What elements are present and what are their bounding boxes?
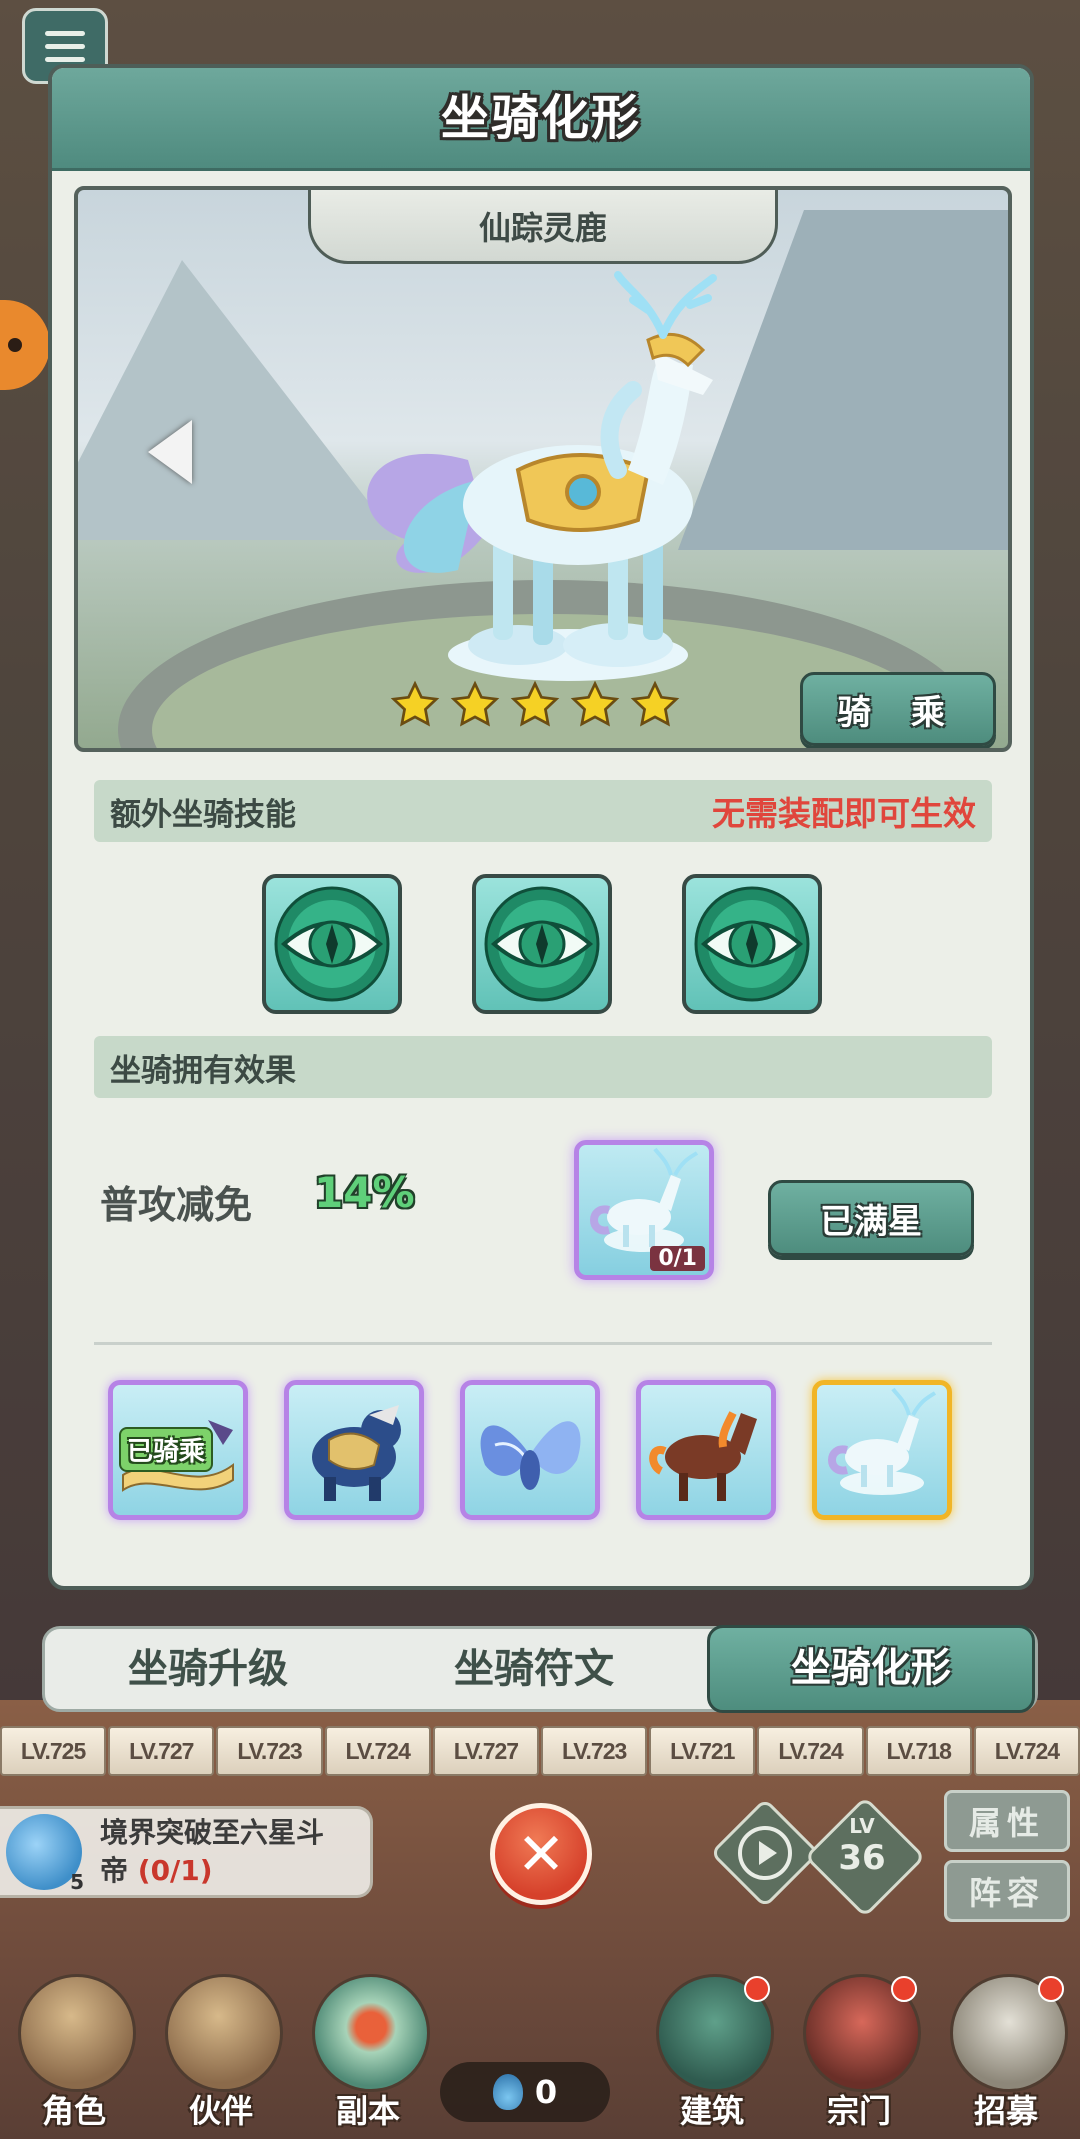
owned-effect-header: 坐骑拥有效果 <box>94 1036 992 1098</box>
nav-label: 建筑 <box>679 2092 744 2130</box>
star-icon <box>390 680 440 727</box>
tab-mount-rune[interactable]: 坐骑符文 <box>371 1629 697 1709</box>
skill-slot[interactable] <box>262 874 402 1014</box>
mount-slot[interactable]: 已骑乘 <box>108 1380 248 1520</box>
nav-label: 角色 <box>41 2092 106 2130</box>
play-icon <box>738 1826 792 1880</box>
close-button[interactable]: ✕ <box>490 1803 592 1905</box>
hero-level[interactable]: LV.727 <box>108 1726 215 1776</box>
divider <box>94 1342 992 1345</box>
quest-badge: 5 <box>70 1870 84 1894</box>
hero-level[interactable]: LV.725 <box>0 1726 107 1776</box>
star-icon <box>510 680 560 727</box>
ridden-label: 已骑乘 <box>119 1427 214 1472</box>
mount-slot[interactable] <box>284 1380 424 1520</box>
star-icon <box>450 680 500 727</box>
quest-progress: (0/1) <box>137 1854 213 1887</box>
currency-display: 0 <box>440 2062 610 2122</box>
hero-level[interactable]: LV.724 <box>973 1726 1080 1776</box>
hero-level-strip: LV.725 LV.727 LV.723 LV.724 LV.727 LV.72… <box>0 1726 1080 1776</box>
mount-showcase: 仙踪灵鹿 骑 乘 <box>74 186 1012 752</box>
hero-level[interactable]: LV.724 <box>324 1726 431 1776</box>
quest-title: 境界突破至六星斗 <box>100 1816 325 1849</box>
currency-value: 0 <box>534 2073 558 2111</box>
attributes-button[interactable]: 属性 <box>944 1790 1070 1852</box>
extra-skills-header: 额外坐骑技能 无需装配即可生效 <box>94 780 992 842</box>
lineup-button[interactable]: 阵容 <box>944 1860 1070 1922</box>
spirit-deer-mount-icon <box>828 1387 937 1495</box>
role-icon <box>18 1974 136 2092</box>
nav-building[interactable]: 建筑 <box>652 1970 774 2139</box>
star-icon <box>570 680 620 727</box>
hero-level[interactable]: LV.718 <box>865 1726 972 1776</box>
nav-label: 宗门 <box>826 2092 891 2130</box>
partner-icon <box>165 1974 283 2092</box>
notification-dot <box>891 1976 917 2002</box>
hero-level[interactable]: LV.723 <box>216 1726 323 1776</box>
effect-value: 14% <box>314 1168 415 1217</box>
quest-text: 境界突破至六星斗 帝 (0/1) <box>100 1814 324 1890</box>
armored-beast-mount-icon <box>312 1405 401 1501</box>
skill-slot[interactable] <box>472 874 612 1014</box>
butterfly-bird-mount-icon <box>480 1421 581 1490</box>
quest-title-cont: 帝 <box>100 1854 129 1887</box>
hero-level[interactable]: LV.721 <box>649 1726 756 1776</box>
max-star-button[interactable]: 已满星 <box>768 1180 974 1256</box>
dungeon-icon <box>312 1974 430 2092</box>
notification-dot <box>1038 1976 1064 2002</box>
section-title: 坐骑拥有效果 <box>110 1052 296 1089</box>
nav-partner[interactable]: 伙伴 <box>161 1970 283 2139</box>
spirit-deer-figure <box>367 271 717 681</box>
nav-label: 伙伴 <box>188 2092 253 2130</box>
eye-skill-icon <box>694 886 810 1002</box>
star-rating <box>390 680 680 730</box>
ride-button[interactable]: 骑 乘 <box>800 672 996 746</box>
tab-mount-upgrade[interactable]: 坐骑升级 <box>45 1629 371 1709</box>
level-prefix: LV <box>849 1814 875 1838</box>
hero-level[interactable]: LV.727 <box>432 1726 540 1776</box>
mount-slot[interactable] <box>636 1380 776 1520</box>
eye-skill-icon <box>484 886 600 1002</box>
level-badge-text: LV 36 <box>812 1806 912 1902</box>
mount-tabs: 坐骑升级 坐骑符文 坐骑化形 <box>42 1625 1038 1713</box>
soul-flame-icon <box>492 2074 523 2110</box>
nav-label: 招募 <box>973 2092 1038 2130</box>
close-icon: ✕ <box>516 1820 566 1888</box>
mount-slot-selected[interactable] <box>812 1380 952 1520</box>
flame-icon: 5 <box>6 1814 84 1894</box>
quest-tracker[interactable]: 5 境界突破至六星斗 帝 (0/1) <box>0 1806 373 1898</box>
nav-recruit[interactable]: 招募 <box>946 1970 1068 2139</box>
mount-slot[interactable] <box>460 1380 600 1520</box>
mount-fragment-card[interactable]: 0/1 <box>574 1140 714 1280</box>
hero-level[interactable]: LV.723 <box>541 1726 648 1776</box>
mount-transform-panel: 坐骑化形 仙踪灵鹿 骑 乘 额外坐骑技能 无需装配即可生效 坐骑拥有效果 普攻减… <box>48 64 1034 1590</box>
star-icon <box>630 680 680 727</box>
nav-dungeon[interactable]: 副本 <box>308 1970 430 2139</box>
hero-level[interactable]: LV.724 <box>757 1726 864 1776</box>
section-title: 额外坐骑技能 <box>110 796 296 833</box>
eye-skill-icon <box>274 886 390 1002</box>
level-value: 36 <box>838 1838 886 1878</box>
nav-sect[interactable]: 宗门 <box>799 1970 921 2139</box>
tab-mount-transform[interactable]: 坐骑化形 <box>707 1625 1035 1713</box>
nav-label: 副本 <box>335 2092 400 2130</box>
prev-mount-arrow-icon[interactable] <box>148 420 192 484</box>
mount-name: 仙踪灵鹿 <box>308 190 778 264</box>
fire-horse-mount-icon <box>649 1411 757 1501</box>
section-note: 无需装配即可生效 <box>712 794 976 833</box>
fragment-count: 0/1 <box>650 1246 705 1271</box>
skill-slot[interactable] <box>682 874 822 1014</box>
effect-label: 普攻减免 <box>100 1183 253 1227</box>
notification-dot <box>744 1976 770 2002</box>
panel-title: 坐骑化形 <box>440 90 641 146</box>
nav-role[interactable]: 角色 <box>14 1970 136 2139</box>
